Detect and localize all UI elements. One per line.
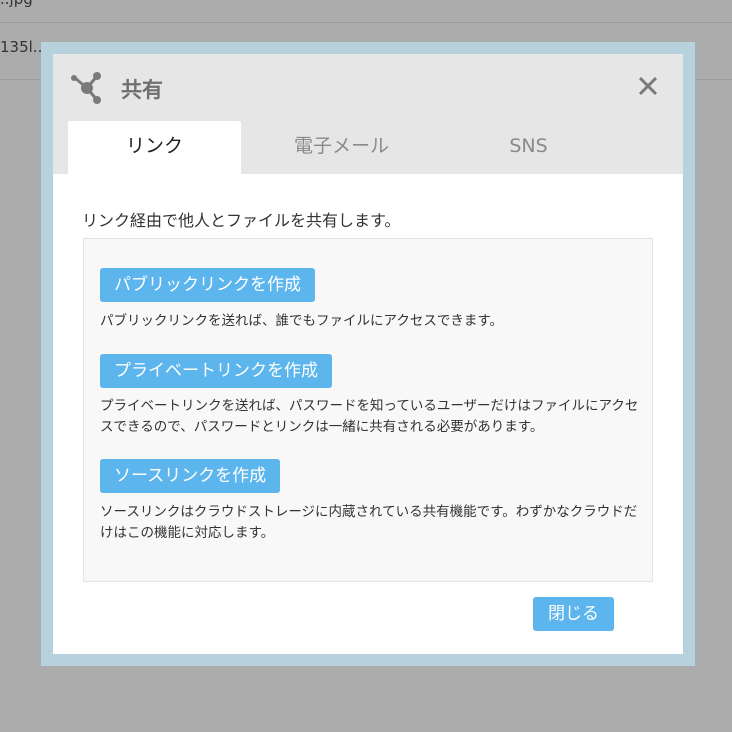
tab-link[interactable]: リンク: [68, 121, 241, 174]
create-private-link-button[interactable]: プライベートリンクを作成: [100, 354, 332, 388]
link-options-panel: パブリックリンクを作成 パブリックリンクを送れば、誰でもファイルにアクセスできま…: [83, 238, 653, 582]
close-icon[interactable]: [636, 74, 660, 98]
share-icon: [71, 72, 101, 104]
source-link-description: ソースリンクはクラウドストレージに内蔵されている共有機能です。わずかなクラウドだ…: [100, 504, 638, 541]
close-button[interactable]: 閉じる: [533, 597, 614, 631]
file-list-row: ..jpg: [0, 0, 732, 23]
share-dialog: 共有 リンク 電子メール SNS リンク経由で他人とファイルを共有します。 パブ…: [53, 54, 683, 654]
file-name: ..jpg: [0, 0, 33, 8]
dialog-header: 共有 リンク 電子メール SNS: [53, 54, 683, 174]
file-name: 135l..: [0, 38, 43, 56]
share-dialog-frame: 共有 リンク 電子メール SNS リンク経由で他人とファイルを共有します。 パブ…: [41, 42, 695, 666]
private-link-description: プライベートリンクを送れば、パスワードを知っているユーザーだけはファイルにアクセ…: [100, 398, 639, 435]
dialog-title: 共有: [121, 78, 163, 102]
tab-email[interactable]: 電子メール: [255, 121, 428, 174]
create-source-link-button[interactable]: ソースリンクを作成: [100, 459, 281, 493]
tab-sns[interactable]: SNS: [442, 121, 615, 174]
create-public-link-button[interactable]: パブリックリンクを作成: [100, 268, 315, 302]
intro-text: リンク経由で他人とファイルを共有します。: [82, 211, 401, 230]
public-link-description: パブリックリンクを送れば、誰でもファイルにアクセスできます。: [100, 313, 503, 329]
